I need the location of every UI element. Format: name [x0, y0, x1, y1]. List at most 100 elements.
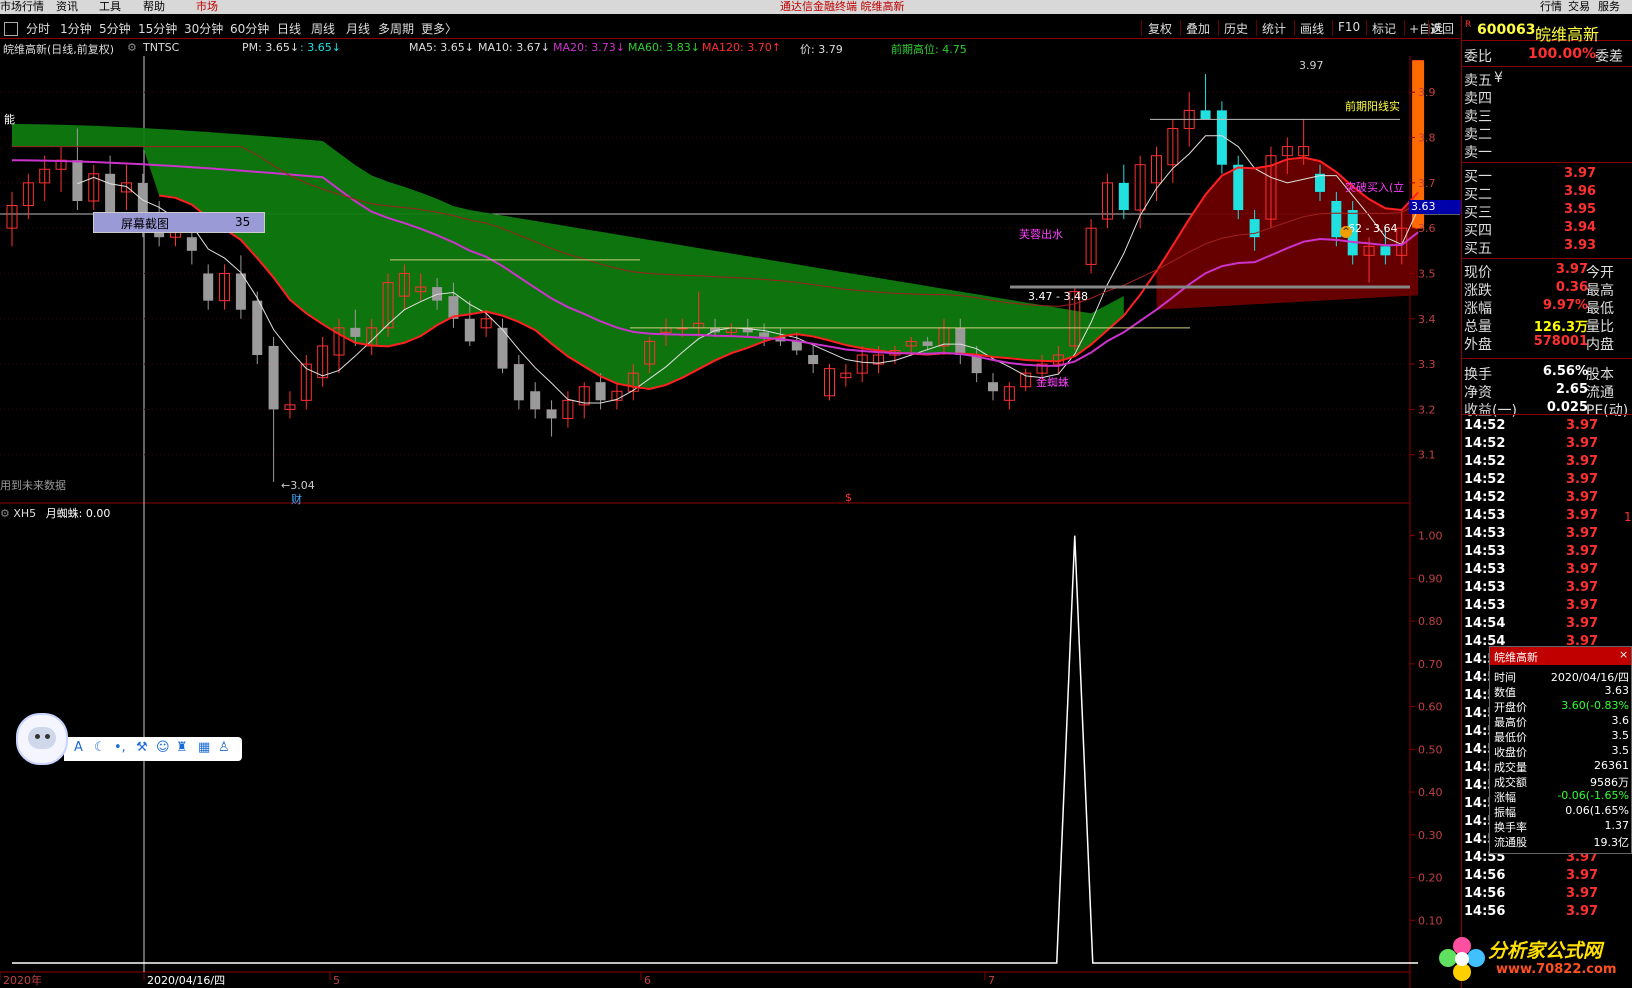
lower-y-tick-label: 0.70	[1418, 658, 1443, 671]
buy-level-price: 3.93	[1564, 238, 1597, 253]
popup-row-value: 26361	[1594, 759, 1629, 772]
stat-label-2: 今开	[1586, 265, 1614, 281]
buy-level-label: 买四	[1464, 223, 1492, 239]
popup-row: 收盘价 3.5	[1490, 744, 1631, 759]
bar-info-popup[interactable]: 皖维高新 × 时间 2020/04/16/四 数值 3.63 开盘价 3.60(-0.83…	[1489, 646, 1632, 854]
dots-tool-icon[interactable]: •,	[114, 740, 126, 755]
tick-row: 14:53 3.97	[1464, 508, 1632, 526]
tick-price: 3.97	[1566, 472, 1599, 487]
buy-level-row[interactable]: 买四 3.94	[1464, 220, 1632, 239]
popup-row-value: 1.37	[1604, 819, 1630, 832]
annotation-finance: 财	[291, 493, 302, 506]
buy-level-label: 买二	[1464, 187, 1492, 203]
tick-time: 14:53	[1464, 598, 1506, 613]
stat-value: 126.3万	[1533, 320, 1588, 335]
popup-row-value: -0.06(-1.65%	[1557, 789, 1629, 802]
menu-item-trade[interactable]: 交易	[1568, 0, 1590, 14]
x-tick-label: 2020年	[3, 973, 42, 987]
sell-level-row[interactable]: 卖五 ¥	[1464, 70, 1632, 89]
y-tick-label: 3.2	[1418, 403, 1436, 416]
lower-settings-icon[interactable]: ⚙	[0, 507, 10, 520]
floating-toolbar-strip: A ☾ •, ⚒ ☺ ♜ ▦ ♙	[64, 737, 242, 761]
popup-title: 皖维高新	[1494, 651, 1538, 664]
tick-row: 14:52 3.97	[1464, 454, 1632, 472]
buy-signal-icon[interactable]: ^	[1340, 226, 1352, 238]
stat-label-2: 最低	[1586, 301, 1614, 317]
kline-chart[interactable]: 3.1 3.2 3.3 3.4 3.5 3.6 3.7 3.8 3.9 0.10 0.20 0.30 0…	[0, 0, 1460, 988]
popup-row-label: 成交额	[1494, 776, 1527, 789]
quote-title: R 600063 皖维高新	[1462, 20, 1632, 44]
candle-body	[268, 345, 279, 410]
annotation-future-data: 用到未来数据	[0, 479, 66, 492]
screenshot-label[interactable]: 屏幕截图 35	[93, 212, 265, 233]
buy-level-row[interactable]: 买三 3.95	[1464, 202, 1632, 221]
candle-body	[350, 327, 361, 337]
annotation-dollar: $	[845, 491, 852, 504]
popup-close-icon[interactable]: ×	[1619, 648, 1628, 661]
tick-price: 3.97	[1566, 868, 1599, 883]
stat-value: 2.65	[1555, 382, 1588, 397]
tick-time: 14:53	[1464, 508, 1506, 523]
sell-level-row[interactable]: 卖四	[1464, 88, 1632, 107]
popup-row-label: 涨幅	[1494, 791, 1516, 804]
popup-row: 时间 2020/04/16/四	[1490, 669, 1631, 684]
popup-row: 振幅 0.06(1.65%	[1490, 804, 1631, 819]
grid-tool-icon[interactable]: ▦	[198, 740, 210, 755]
menu-item-quote[interactable]: 行情	[1540, 0, 1562, 14]
sell-level-label: 卖四	[1464, 91, 1492, 107]
buy-level-label: 买一	[1464, 169, 1492, 185]
shirt-tool-icon[interactable]: ♜	[176, 740, 188, 755]
candle-body	[1380, 246, 1391, 256]
text-tool-icon[interactable]: A	[74, 740, 83, 755]
stat-value: 3.97	[1555, 262, 1588, 277]
tick-time: 14:53	[1464, 562, 1506, 577]
sell-level-label: 卖二	[1464, 127, 1492, 143]
quote-stat-row: 净资 2.65 流通	[1464, 382, 1632, 401]
lower-y-tick-label: 0.90	[1418, 572, 1443, 585]
annotation-hibiscus: 芙蓉出水	[1019, 228, 1063, 241]
y-tick-label: 3.8	[1418, 132, 1436, 145]
popup-row: 最低价 3.5	[1490, 729, 1631, 744]
buy-level-price: 3.97	[1564, 166, 1597, 181]
sell-level-row[interactable]: 卖二	[1464, 124, 1632, 143]
lower-indicator-name[interactable]: XH5	[13, 507, 36, 520]
lower-y-tick-label: 0.60	[1418, 701, 1443, 714]
smile-tool-icon[interactable]: ☺	[156, 740, 170, 755]
floating-toolbar[interactable]: A ☾ •, ⚒ ☺ ♜ ▦ ♙	[16, 713, 242, 765]
menu-item-service[interactable]: 服务	[1598, 0, 1620, 14]
candle-body	[1233, 164, 1244, 211]
lock-tool-icon[interactable]: ♙	[218, 740, 230, 755]
buy-level-price: 3.94	[1564, 220, 1597, 235]
stat-label-2: 流通	[1586, 385, 1614, 401]
buy-level-row[interactable]: 买五 3.93	[1464, 238, 1632, 257]
tick-price: 3.97	[1566, 580, 1599, 595]
tick-price: 3.97	[1566, 418, 1599, 433]
sell-level-row[interactable]: 卖一	[1464, 142, 1632, 161]
moon-tool-icon[interactable]: ☾	[94, 740, 106, 755]
buy-level-row[interactable]: 买一 3.97	[1464, 166, 1632, 185]
candle-body	[1200, 110, 1211, 120]
tick-price: 3.97	[1566, 490, 1599, 505]
tick-time: 14:53	[1464, 580, 1506, 595]
y-tick-label: 3.5	[1418, 267, 1436, 280]
wrench-tool-icon[interactable]: ⚒	[136, 740, 148, 755]
quote-stat-row: 收益(一) 0.025 PE(动)	[1464, 400, 1632, 419]
buy-level-row[interactable]: 买二 3.96	[1464, 184, 1632, 203]
lower-y-tick-label: 1.00	[1418, 530, 1443, 543]
popup-row-label: 成交量	[1494, 761, 1527, 774]
assistant-avatar-icon[interactable]	[16, 713, 68, 765]
sell-level-row[interactable]: 卖三	[1464, 106, 1632, 125]
flower-logo-icon	[1439, 937, 1485, 981]
tick-time: 14:52	[1464, 454, 1506, 469]
tick-time: 14:52	[1464, 418, 1506, 433]
stat-label: 涨跌	[1464, 283, 1492, 299]
weibi-value: 100.00%	[1528, 46, 1597, 62]
annotation-range2: 62 - 3.64	[1348, 222, 1398, 235]
tick-time: 14:53	[1464, 526, 1506, 541]
annotation-high: 3.97	[1299, 59, 1324, 72]
logo-url: www.70822.com	[1496, 962, 1617, 977]
tick-row: 14:53 3.97	[1464, 598, 1632, 616]
x-tick-label: 5	[333, 974, 340, 987]
tick-time: 14:52	[1464, 472, 1506, 487]
buy-level-label: 买三	[1464, 205, 1492, 221]
